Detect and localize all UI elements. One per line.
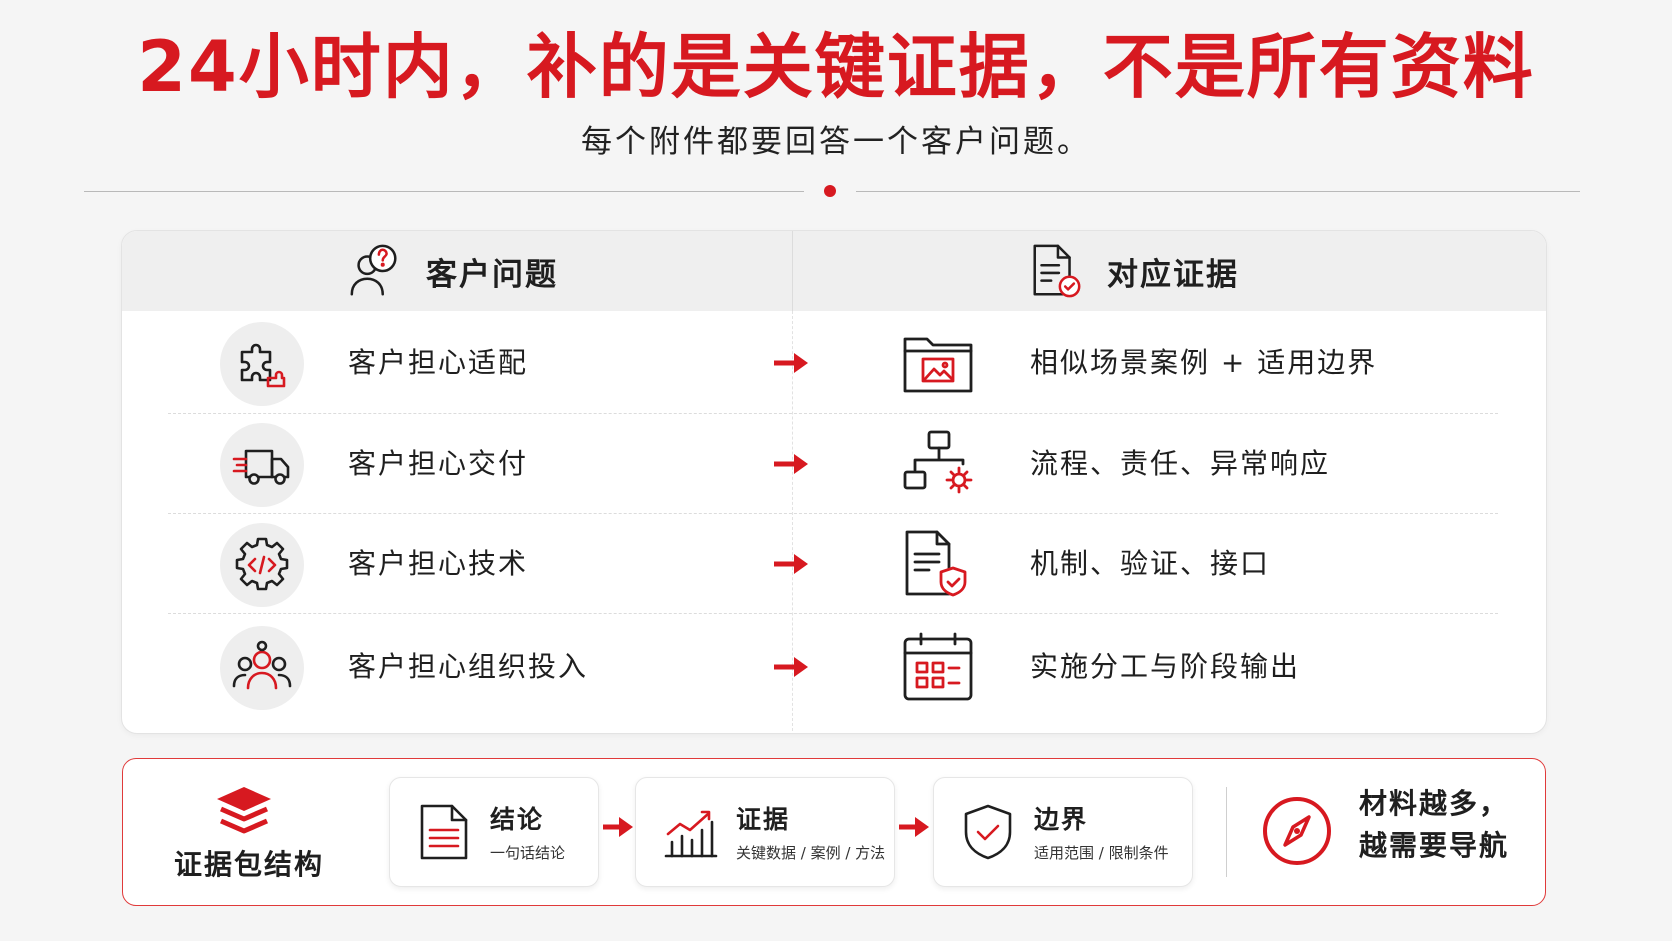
row-separator	[168, 613, 1498, 614]
step-card-evidence: 证据 关键数据 / 案例 / 方法	[635, 777, 895, 887]
table-row: 客户担心交付 流程、责任、异常响应	[122, 414, 1546, 514]
document-shield-icon	[905, 530, 967, 597]
question-evidence-table: 客户问题 对应证据 客户担心适配 相似场景案例 + 适用边界 客户担心交付 流程…	[121, 230, 1547, 734]
question-label: 客户担心技术	[348, 547, 529, 580]
question-label: 客户担心交付	[348, 447, 529, 480]
arrow-right-icon	[774, 554, 808, 574]
closing-line-1: 材料越多，	[1359, 787, 1510, 820]
evidence-label: 流程、责任、异常响应	[1030, 447, 1331, 480]
question-label: 客户担心适配	[348, 346, 529, 379]
column-divider	[792, 231, 793, 311]
left-column-header: 客户问题	[346, 231, 558, 311]
compass-icon	[1263, 797, 1331, 865]
arrow-right-icon	[774, 353, 808, 373]
question-icon-circle	[220, 523, 304, 607]
flowchart-gear-icon	[903, 430, 973, 494]
evidence-label: 实施分工与阶段输出	[1030, 650, 1301, 683]
arrow-right-icon	[774, 454, 808, 474]
right-column-header: 对应证据	[1027, 231, 1239, 311]
right-header-label: 对应证据	[1107, 256, 1239, 293]
folder-image-icon	[903, 337, 973, 393]
layers-icon	[217, 787, 271, 834]
evidence-label: 机制、验证、接口	[1030, 547, 1271, 580]
bar-chart-icon	[664, 810, 718, 858]
divider-right	[856, 191, 1580, 192]
document-lines-icon	[420, 804, 468, 860]
vertical-separator	[1226, 787, 1227, 877]
question-label: 客户担心组织投入	[348, 650, 589, 683]
closing-line-2: 越需要导航	[1359, 829, 1510, 862]
shield-check-icon	[964, 804, 1012, 860]
puzzle-icon	[240, 343, 286, 388]
delivery-truck-icon	[232, 449, 290, 485]
divider-left	[84, 191, 804, 192]
calendar-icon	[903, 632, 973, 701]
left-header-label: 客户问题	[426, 256, 558, 293]
question-bubble-person-icon	[350, 244, 397, 296]
step-subtitle: 关键数据 / 案例 / 方法	[736, 844, 886, 862]
document-check-icon	[1033, 244, 1081, 298]
step-title: 证据	[736, 805, 791, 834]
divider-dot	[824, 185, 836, 197]
page-title: 24小时内，补的是关键证据，不是所有资料	[137, 26, 1535, 108]
arrow-right-icon	[899, 817, 929, 837]
step-subtitle: 一句话结论	[490, 844, 566, 862]
package-label: 证据包结构	[173, 848, 324, 881]
table-row: 客户担心技术 机制、验证、接口	[122, 514, 1546, 614]
step-title: 结论	[490, 805, 545, 834]
evidence-label: 相似场景案例 + 适用边界	[1030, 346, 1378, 379]
arrow-right-icon	[774, 657, 808, 677]
question-icon-circle	[220, 423, 304, 507]
team-icon	[232, 640, 292, 690]
step-subtitle: 适用范围 / 限制条件	[1034, 844, 1169, 862]
table-row: 客户担心适配 相似场景案例 + 适用边界	[122, 313, 1546, 413]
arrow-right-icon	[603, 817, 633, 837]
table-header-row: 客户问题 对应证据	[122, 231, 1546, 311]
page-subtitle: 每个附件都要回答一个客户问题。	[581, 124, 1091, 160]
closing-note: 材料越多， 越需要导航	[1359, 783, 1509, 867]
code-gear-icon	[235, 537, 289, 591]
question-icon-circle	[220, 626, 304, 710]
step-card-conclusion: 结论 一句话结论	[389, 777, 599, 887]
question-icon-circle	[220, 322, 304, 406]
table-row: 客户担心组织投入 实施分工与阶段输出	[122, 617, 1546, 717]
evidence-package-panel: 证据包结构 结论 一句话结论 证据 关键数据 / 案例 / 方法 边界 适用范围…	[122, 758, 1546, 906]
step-card-boundary: 边界 适用范围 / 限制条件	[933, 777, 1193, 887]
step-title: 边界	[1034, 805, 1089, 834]
